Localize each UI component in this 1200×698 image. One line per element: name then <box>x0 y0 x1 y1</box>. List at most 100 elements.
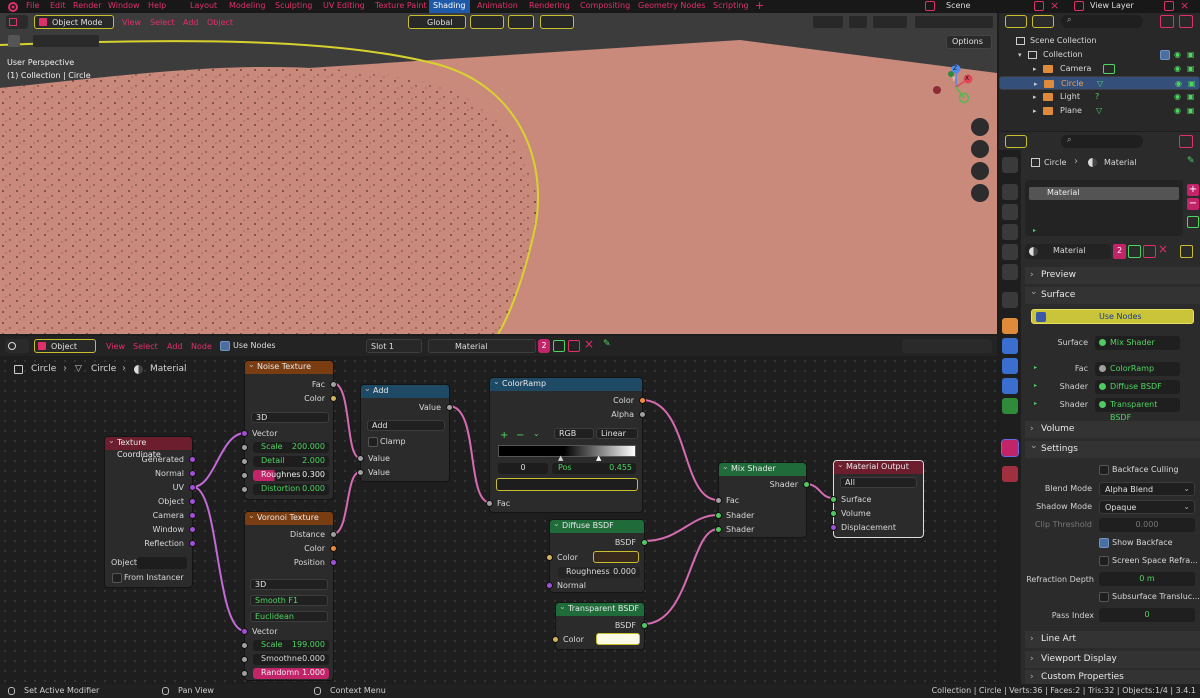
pivot-dropdown[interactable] <box>470 15 504 29</box>
fake-user-icon[interactable] <box>1128 245 1141 258</box>
menu-edit[interactable]: Edit <box>50 0 66 13</box>
snap-toggle[interactable] <box>508 15 534 29</box>
panel-viewport-display[interactable]: Viewport Display <box>1025 651 1200 668</box>
stop-index-field[interactable]: 0 <box>498 463 548 474</box>
diffuse-color-swatch[interactable] <box>593 551 639 563</box>
interpolation-dropdown[interactable]: Linear <box>596 428 638 439</box>
view-layer-name[interactable]: View Layer <box>1090 0 1134 12</box>
voronoi-smoothness-field[interactable]: Smoothne 0.000 <box>253 654 329 665</box>
tab-uv-editing[interactable]: UV Editing <box>319 0 369 13</box>
socket-volume[interactable] <box>830 510 837 517</box>
voronoi-scale-field[interactable]: Scale 199.000 <box>253 640 329 651</box>
voronoi-randomness-field[interactable]: Randomn 1.000 <box>253 668 329 679</box>
props-users-count[interactable]: 2 <box>1113 244 1126 259</box>
mode-dropdown[interactable]: Object Mode <box>34 15 114 29</box>
socket-uv[interactable] <box>189 484 196 491</box>
socket-color[interactable] <box>330 395 337 402</box>
duplicate-icon[interactable] <box>1143 245 1156 258</box>
camera-render-icon[interactable]: ▣ <box>1187 62 1195 76</box>
tab-object-data-icon[interactable] <box>1002 398 1018 414</box>
tab-render-icon[interactable] <box>1002 184 1018 200</box>
outliner-scene-collection[interactable]: Scene Collection <box>999 34 1200 48</box>
blend-mode-dropdown[interactable]: Alpha Blend ⌄ <box>1099 482 1195 496</box>
socket-scale[interactable] <box>241 642 248 649</box>
socket-vector[interactable] <box>241 628 248 635</box>
socket-value-in-1[interactable] <box>357 455 364 462</box>
socket-fac[interactable] <box>330 381 337 388</box>
from-instancer-checkbox[interactable] <box>112 573 122 583</box>
outliner[interactable]: ⌕ Scene Collection ▾ Collection ◉ ▣ ▸ Ca… <box>999 13 1200 131</box>
tab-shading[interactable]: Shading <box>429 0 470 13</box>
stop-color-swatch[interactable] <box>496 478 638 491</box>
expand-icon[interactable]: ▸ <box>1033 104 1037 118</box>
editor-type-button[interactable] <box>5 339 29 353</box>
ne-menu-add[interactable]: Add <box>167 340 183 354</box>
node-colorramp[interactable]: ColorRamp Color Alpha + − ⌄ RGB Linear ▲… <box>486 376 646 513</box>
stop-position-field[interactable]: Pos 0.455 <box>552 463 636 474</box>
socket-distance[interactable] <box>330 531 337 538</box>
panel-preview[interactable]: Preview <box>1025 267 1200 284</box>
tab-texture-icon[interactable] <box>1002 466 1018 482</box>
slot-menu-icon[interactable] <box>1187 216 1199 228</box>
expand-icon[interactable]: ▸ <box>1033 90 1037 104</box>
proportional-editing[interactable] <box>540 15 574 29</box>
expand-icon[interactable]: ▸ <box>1033 62 1037 76</box>
menu-render[interactable]: Render <box>73 0 101 13</box>
socket-camera[interactable] <box>189 512 196 519</box>
copy-view-layer-icon[interactable] <box>1164 1 1174 11</box>
add-workspace-icon[interactable]: + <box>755 0 764 12</box>
tab-world-icon[interactable] <box>1002 264 1018 280</box>
color-ramp-gradient[interactable] <box>498 445 636 457</box>
vp-menu-object[interactable]: Object <box>207 16 233 30</box>
properties-editor-type[interactable] <box>1005 135 1027 148</box>
tab-modeling[interactable]: Modeling <box>225 0 269 13</box>
eye-icon[interactable]: ◉ <box>1174 90 1181 104</box>
copy-scene-icon[interactable] <box>1034 1 1044 11</box>
refraction-depth-field[interactable]: 0 m <box>1099 572 1195 586</box>
collapse-icon[interactable]: ▾ <box>1018 48 1022 62</box>
view-layer-icon[interactable] <box>1074 1 1084 11</box>
socket-reflection[interactable] <box>189 540 196 547</box>
socket-fac[interactable] <box>486 500 493 507</box>
shader-type-dropdown[interactable]: Object <box>34 339 96 353</box>
select-tool-icon[interactable] <box>8 35 20 47</box>
select-mode-buttons[interactable] <box>33 35 99 47</box>
new-collection-icon[interactable] <box>1179 15 1193 28</box>
node-voronoi-texture[interactable]: Voronoi Texture Distance Color Position … <box>241 510 337 681</box>
unlink-material-icon[interactable]: × <box>584 337 594 351</box>
editor-type-button[interactable] <box>6 15 28 29</box>
transform-orientation-dropdown[interactable]: Global <box>408 15 466 29</box>
properties-options-icon[interactable] <box>1179 135 1193 148</box>
tab-sculpting[interactable]: Sculpting <box>271 0 316 13</box>
socket-roughness[interactable] <box>241 472 248 479</box>
socket-color[interactable] <box>639 397 646 404</box>
ramp-stop-1-icon[interactable]: ▲ <box>596 454 601 462</box>
node-overlay-buttons[interactable] <box>902 339 992 353</box>
outliner-display-mode[interactable] <box>1032 15 1054 28</box>
transparent-color-swatch[interactable] <box>596 633 640 645</box>
tab-compositing[interactable]: Compositing <box>576 0 634 13</box>
tab-scripting[interactable]: Scripting <box>709 0 753 13</box>
tab-animation[interactable]: Animation <box>473 0 522 13</box>
socket-alpha[interactable] <box>639 411 646 418</box>
voronoi-feature-dropdown[interactable]: Smooth F1 <box>250 595 328 606</box>
tab-view-layer-icon[interactable] <box>1002 224 1018 240</box>
node-noise-texture[interactable]: Noise Texture Fac Color 3D Vector Scale … <box>241 359 337 500</box>
pass-index-field[interactable]: 0 <box>1099 608 1195 622</box>
socket-value-in-2[interactable] <box>357 469 364 476</box>
remove-view-layer-icon[interactable]: × <box>1180 0 1189 12</box>
fake-user-icon[interactable] <box>553 340 565 352</box>
scene-icon[interactable] <box>925 1 935 11</box>
socket-object[interactable] <box>189 498 196 505</box>
socket-shader-2[interactable] <box>715 526 722 533</box>
socket-shader-1[interactable] <box>715 512 722 519</box>
browse-icon[interactable] <box>1180 245 1193 258</box>
clip-threshold-field[interactable]: 0.000 <box>1099 518 1195 532</box>
subsurface-translucency-checkbox[interactable] <box>1099 592 1109 602</box>
eye-icon[interactable]: ◉ <box>1174 62 1181 76</box>
shading-mode-buttons[interactable] <box>914 15 994 29</box>
node-texture-coordinate[interactable]: Texture Coordinate Generated Normal UV O… <box>104 435 196 588</box>
outliner-item-camera[interactable]: ▸ Camera ◉ ▣ <box>999 62 1200 76</box>
socket-generated[interactable] <box>189 456 196 463</box>
panel-surface[interactable]: Surface <box>1025 284 1200 304</box>
